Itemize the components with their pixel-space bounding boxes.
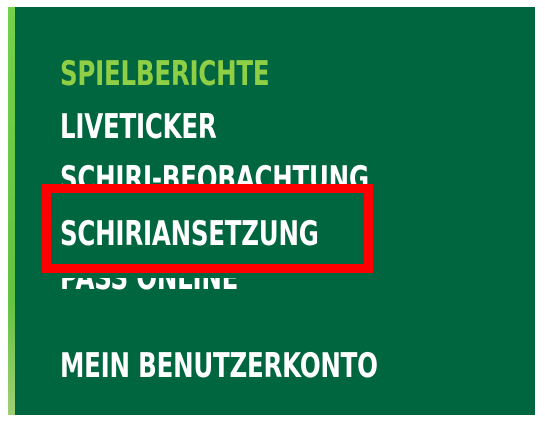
left-accent-stripe	[8, 7, 15, 415]
menu-item-schiriansetzung[interactable]: SCHIRIANSETZUNG	[60, 217, 319, 251]
menu-item-liveticker[interactable]: LIVETICKER	[60, 110, 217, 144]
menu-item-schiri-beobachtung[interactable]: SCHIRI-BEOBACHTUNG	[60, 162, 369, 193]
navigation-menu: SPIELBERICHTE LIVETICKER SCHIRI-BEOBACHT…	[8, 7, 535, 415]
menu-item-spielberichte[interactable]: SPIELBERICHTE	[60, 57, 270, 91]
screenshot-canvas: SPIELBERICHTE LIVETICKER SCHIRI-BEOBACHT…	[0, 0, 545, 421]
menu-item-mein-benutzerkonto[interactable]: MEIN BENUTZERKONTO	[60, 349, 378, 383]
menu-item-pass-online[interactable]: PASS ONLINE	[60, 278, 238, 293]
menu-item-pass-online-label: PASS ONLINE	[60, 278, 238, 293]
